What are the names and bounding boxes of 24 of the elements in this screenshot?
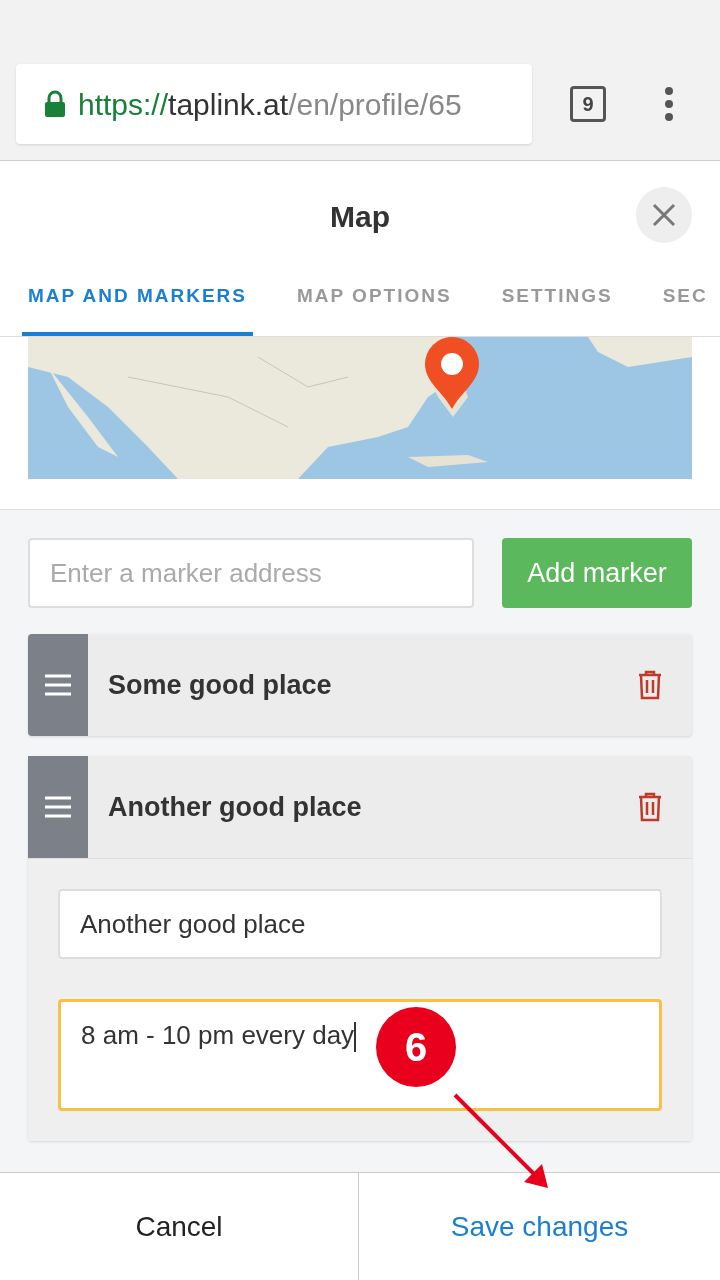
menu-icon: [45, 674, 71, 696]
save-changes-button[interactable]: Save changes: [359, 1173, 720, 1280]
cancel-button[interactable]: Cancel: [0, 1173, 359, 1280]
drag-handle[interactable]: [28, 756, 88, 858]
url-text: https://taplink.at/en/profile/65: [78, 86, 462, 123]
close-button[interactable]: [636, 187, 692, 243]
tab-count-button[interactable]: 9: [570, 86, 606, 122]
trash-icon[interactable]: [638, 670, 662, 700]
add-marker-button[interactable]: Add marker: [502, 538, 692, 608]
drag-handle[interactable]: [28, 634, 88, 736]
menu-icon[interactable]: [664, 87, 674, 121]
close-icon: [652, 203, 676, 227]
marker-title: Some good place: [108, 668, 333, 702]
address-input-field[interactable]: Enter a marker address: [28, 538, 474, 608]
trash-icon[interactable]: [638, 792, 662, 822]
menu-icon: [45, 796, 71, 818]
name-input-field[interactable]: Another good place: [58, 889, 662, 959]
dialog-title: Map: [330, 198, 390, 235]
tab[interactable]: MAP OPTIONS: [296, 271, 452, 336]
lock-icon: [44, 90, 66, 118]
tab[interactable]: SETTINGS: [501, 271, 613, 336]
address-bar[interactable]: https://taplink.at/en/profile/65: [16, 64, 532, 144]
tab[interactable]: SEC: [662, 271, 708, 336]
marker-title: Another good place: [108, 790, 363, 824]
